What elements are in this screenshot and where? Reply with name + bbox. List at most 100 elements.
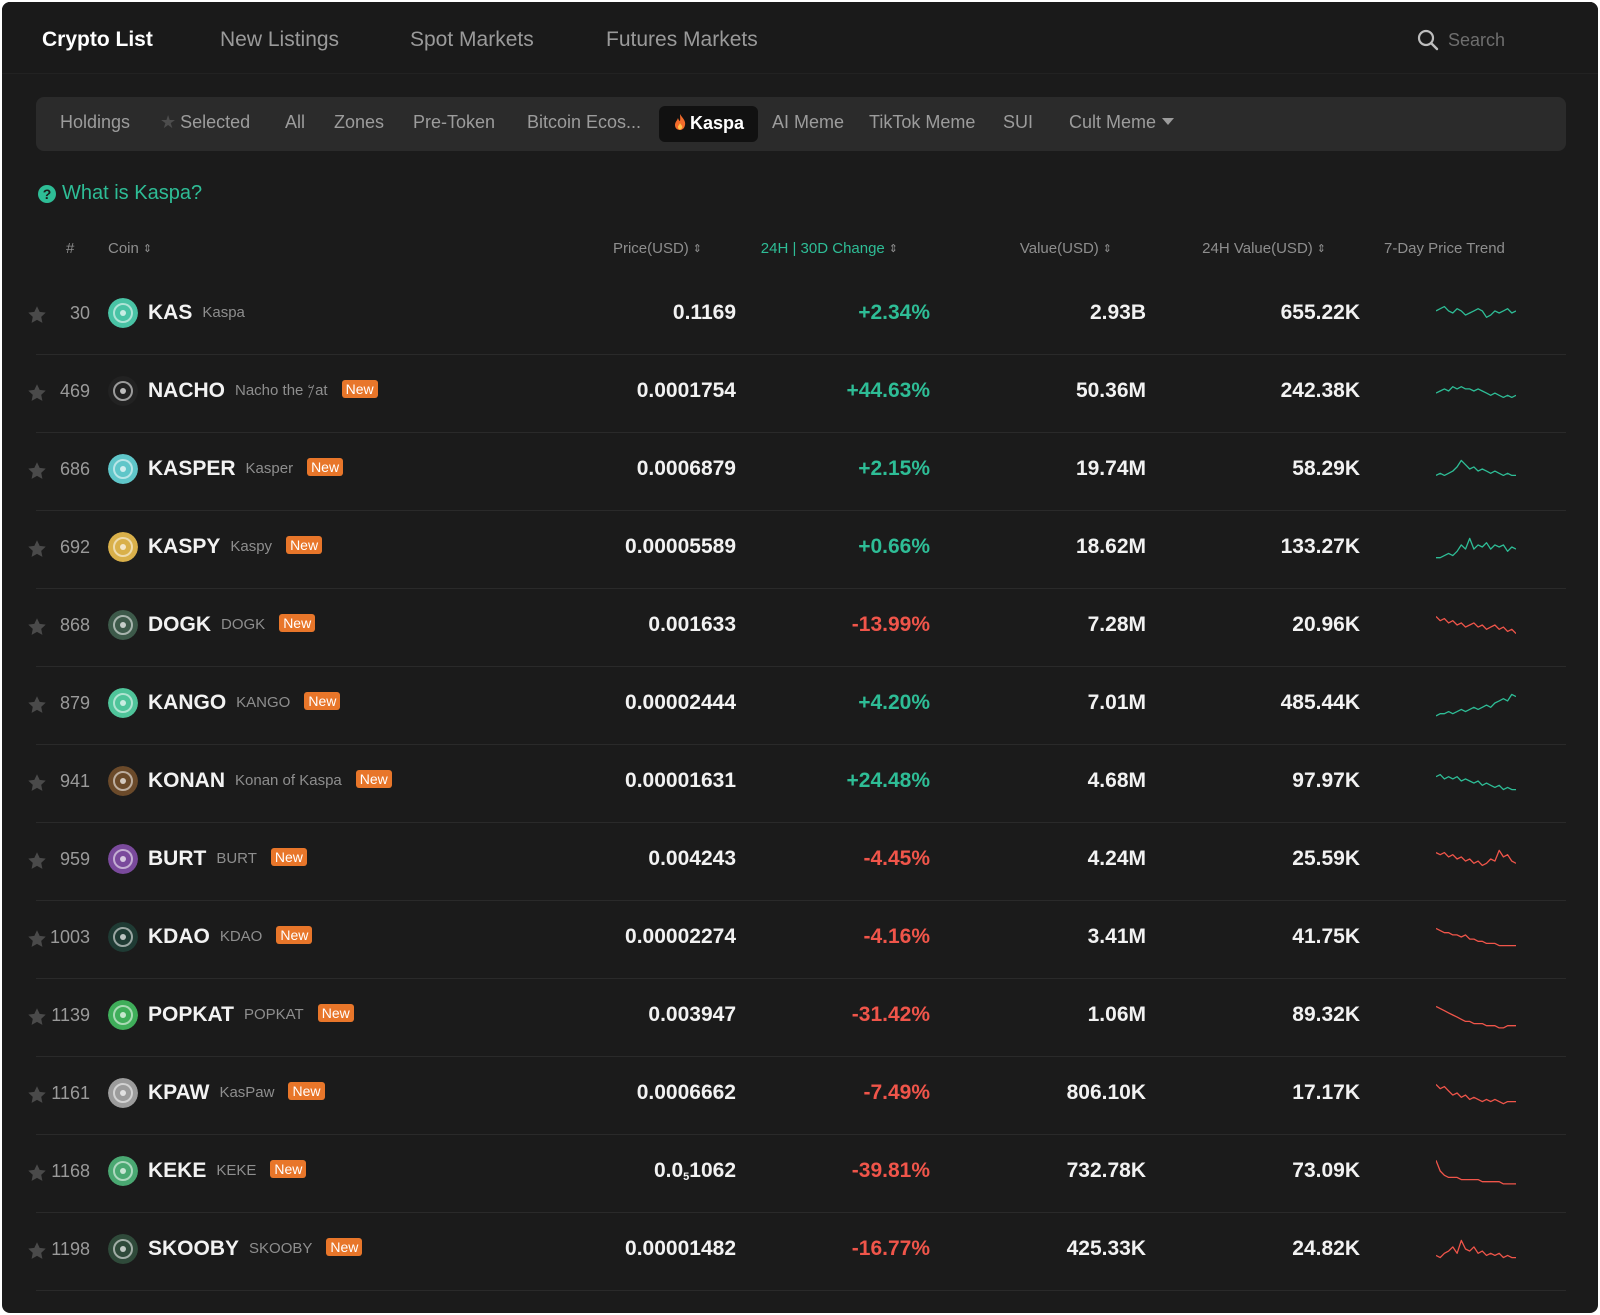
coin-symbol[interactable]: SKOOBY SKOOBY New [148,1237,363,1261]
coin-symbol[interactable]: KASPER Kasper New [148,457,344,481]
table-row[interactable]: 868 DOGK DOGK New 0.001633 -13.99% 7.28M 20.96K [28,588,1566,667]
row-value-24h: 58.29K [1292,457,1360,480]
header-price[interactable]: Price(USD) ⇕ [562,240,702,257]
row-value-24h: 89.32K [1292,1003,1360,1026]
coin-ticker: KAS [148,301,193,324]
header-change-label: 24H | 30D Change [760,240,885,257]
category-ai-meme[interactable]: AI Meme [772,112,844,133]
price-trend-sparkline [1436,615,1516,635]
new-badge: New [288,1082,325,1100]
table-row[interactable]: 1139 POPKAT POPKAT New 0.003947 -31.42% 1.06M 8… [28,978,1566,1057]
table-row[interactable]: 1168 KEKE KEKE New 0.051062 -39.81% 732.78K 73.… [28,1134,1566,1213]
price-trend-sparkline [1436,693,1516,717]
row-change: +2.34% [858,301,930,324]
coin-name: DOGK [221,616,266,633]
coin-symbol[interactable]: KASPY Kaspy New [148,535,323,559]
category-tiktok-meme[interactable]: TikTok Meme [869,112,975,133]
coin-name: KEKE [216,1162,257,1179]
coin-logo-icon [108,610,138,640]
table-row[interactable]: 30 KAS Kaspa 0.1169 +2.34% 2.93B 655.22K [28,276,1566,355]
coin-ticker: KPAW [148,1081,210,1104]
coin-ticker: KASPER [148,457,236,480]
category-kaspa-label: Kaspa [690,113,745,133]
row-change: -4.16% [863,925,930,948]
coin-symbol[interactable]: KONAN Konan of Kaspa New [148,769,392,793]
tab-new-listings[interactable]: New Listings [220,28,339,52]
category-cult-meme[interactable]: Cult Meme [1069,112,1175,133]
row-change: +2.15% [858,457,930,480]
row-value: 3.41M [1087,925,1146,948]
row-value-24h: 41.75K [1292,925,1360,948]
coin-symbol[interactable]: KAS Kaspa [148,301,245,325]
sort-icon: ⇕ [692,243,702,255]
coin-symbol[interactable]: NACHO Nacho the 𐤊at New [148,379,378,403]
category-all[interactable]: All [285,112,305,133]
category-cult-meme-label: Cult Meme [1069,112,1157,132]
table-row[interactable]: 1198 SKOOBY SKOOBY New 0.00001482 -16.77% 425.… [28,1212,1566,1291]
new-badge: New [326,1238,363,1256]
tab-crypto-list[interactable]: Crypto List [42,28,153,52]
category-pre-token[interactable]: Pre-Token [413,112,495,133]
tab-futures-markets[interactable]: Futures Markets [606,28,758,52]
coin-ticker: POPKAT [148,1003,234,1026]
coin-logo-icon [108,922,138,952]
coin-name: Nacho the 𐤊at [235,382,328,399]
search-input[interactable] [1448,29,1558,51]
row-price: 0.0006662 [636,1081,736,1104]
row-change: -13.99% [851,613,930,636]
search-icon [1417,29,1439,51]
table-row[interactable]: 469 NACHO Nacho the 𐤊at New 0.0001754 +44.63%… [28,354,1566,433]
coin-symbol[interactable]: BURT BURT New [148,847,307,871]
category-holdings[interactable]: Holdings [60,112,130,133]
coin-symbol[interactable]: KPAW KasPaw New [148,1081,325,1105]
table-row[interactable]: 686 KASPER Kasper New 0.0006879 +2.15% 19.74M 5… [28,432,1566,511]
table-row[interactable]: 941 KONAN Konan of Kaspa New 0.00001631 +24.4… [28,744,1566,823]
what-is-kaspa-link[interactable]: ? What is Kaspa? [38,182,202,205]
app-window: Crypto List New Listings Spot Markets Fu… [2,2,1598,1313]
header-value[interactable]: Value(USD) ⇕ [962,240,1112,257]
category-selected[interactable]: ★ Selected [160,112,250,133]
row-value-24h: 20.96K [1292,613,1360,636]
search-box[interactable] [1416,26,1566,54]
coin-symbol[interactable]: KANGO KANGO New [148,691,341,715]
new-badge: New [286,536,323,554]
coin-symbol[interactable]: DOGK DOGK New [148,613,316,637]
row-price: 0.00001631 [625,769,736,792]
coin-ticker: KANGO [148,691,227,714]
header-value24[interactable]: 24H Value(USD) ⇕ [1152,240,1326,257]
coin-name: KDAO [219,928,263,945]
row-rank: 692 [59,537,90,557]
row-change: -16.77% [851,1237,930,1260]
header-coin[interactable]: Coin ⇕ [108,240,152,257]
coin-ticker: KDAO [148,925,210,948]
price-trend-sparkline [1436,927,1516,947]
row-value-24h: 73.09K [1292,1159,1360,1182]
coin-logo-icon [108,298,138,328]
row-change: +0.66% [858,535,930,558]
table-row[interactable]: 692 KASPY Kaspy New 0.00005589 +0.66% 18.62M 13… [28,510,1566,589]
coin-symbol[interactable]: POPKAT POPKAT New [148,1003,354,1027]
category-bitcoin-ecosystem[interactable]: Bitcoin Ecos... [527,112,641,133]
row-change: -31.42% [851,1003,930,1026]
coin-symbol[interactable]: KDAO KDAO New [148,925,313,949]
row-value-24h: 25.59K [1292,847,1360,870]
new-badge: New [270,1160,307,1178]
category-sui[interactable]: SUI [1003,112,1033,133]
category-zones[interactable]: Zones [334,112,384,133]
coin-symbol[interactable]: KEKE KEKE New [148,1159,307,1183]
row-value: 4.68M [1087,769,1146,792]
table-row[interactable]: 1003 KDAO KDAO New 0.00002274 -4.16% 3.41M 41.7… [28,900,1566,979]
row-rank: 469 [59,381,90,401]
row-rank: 959 [59,849,90,869]
table-row[interactable]: 1161 KPAW KasPaw New 0.0006662 -7.49% 806.10K 1… [28,1056,1566,1135]
tab-spot-markets[interactable]: Spot Markets [410,28,534,52]
category-selected-label: Selected [180,112,251,132]
coin-name: POPKAT [243,1006,304,1023]
table-row[interactable]: 959 BURT BURT New 0.004243 -4.45% 4.24M 25.59K [28,822,1566,901]
category-kaspa[interactable]: Kaspa [659,106,759,142]
row-change: -39.81% [851,1159,930,1182]
table-row[interactable]: 879 KANGO KANGO New 0.00002444 +4.20% 7.01M 485… [28,666,1566,745]
coin-name: KasPaw [219,1084,275,1101]
coin-logo-icon [108,1078,138,1108]
header-change[interactable]: 24H | 30D Change ⇕ [722,240,898,257]
